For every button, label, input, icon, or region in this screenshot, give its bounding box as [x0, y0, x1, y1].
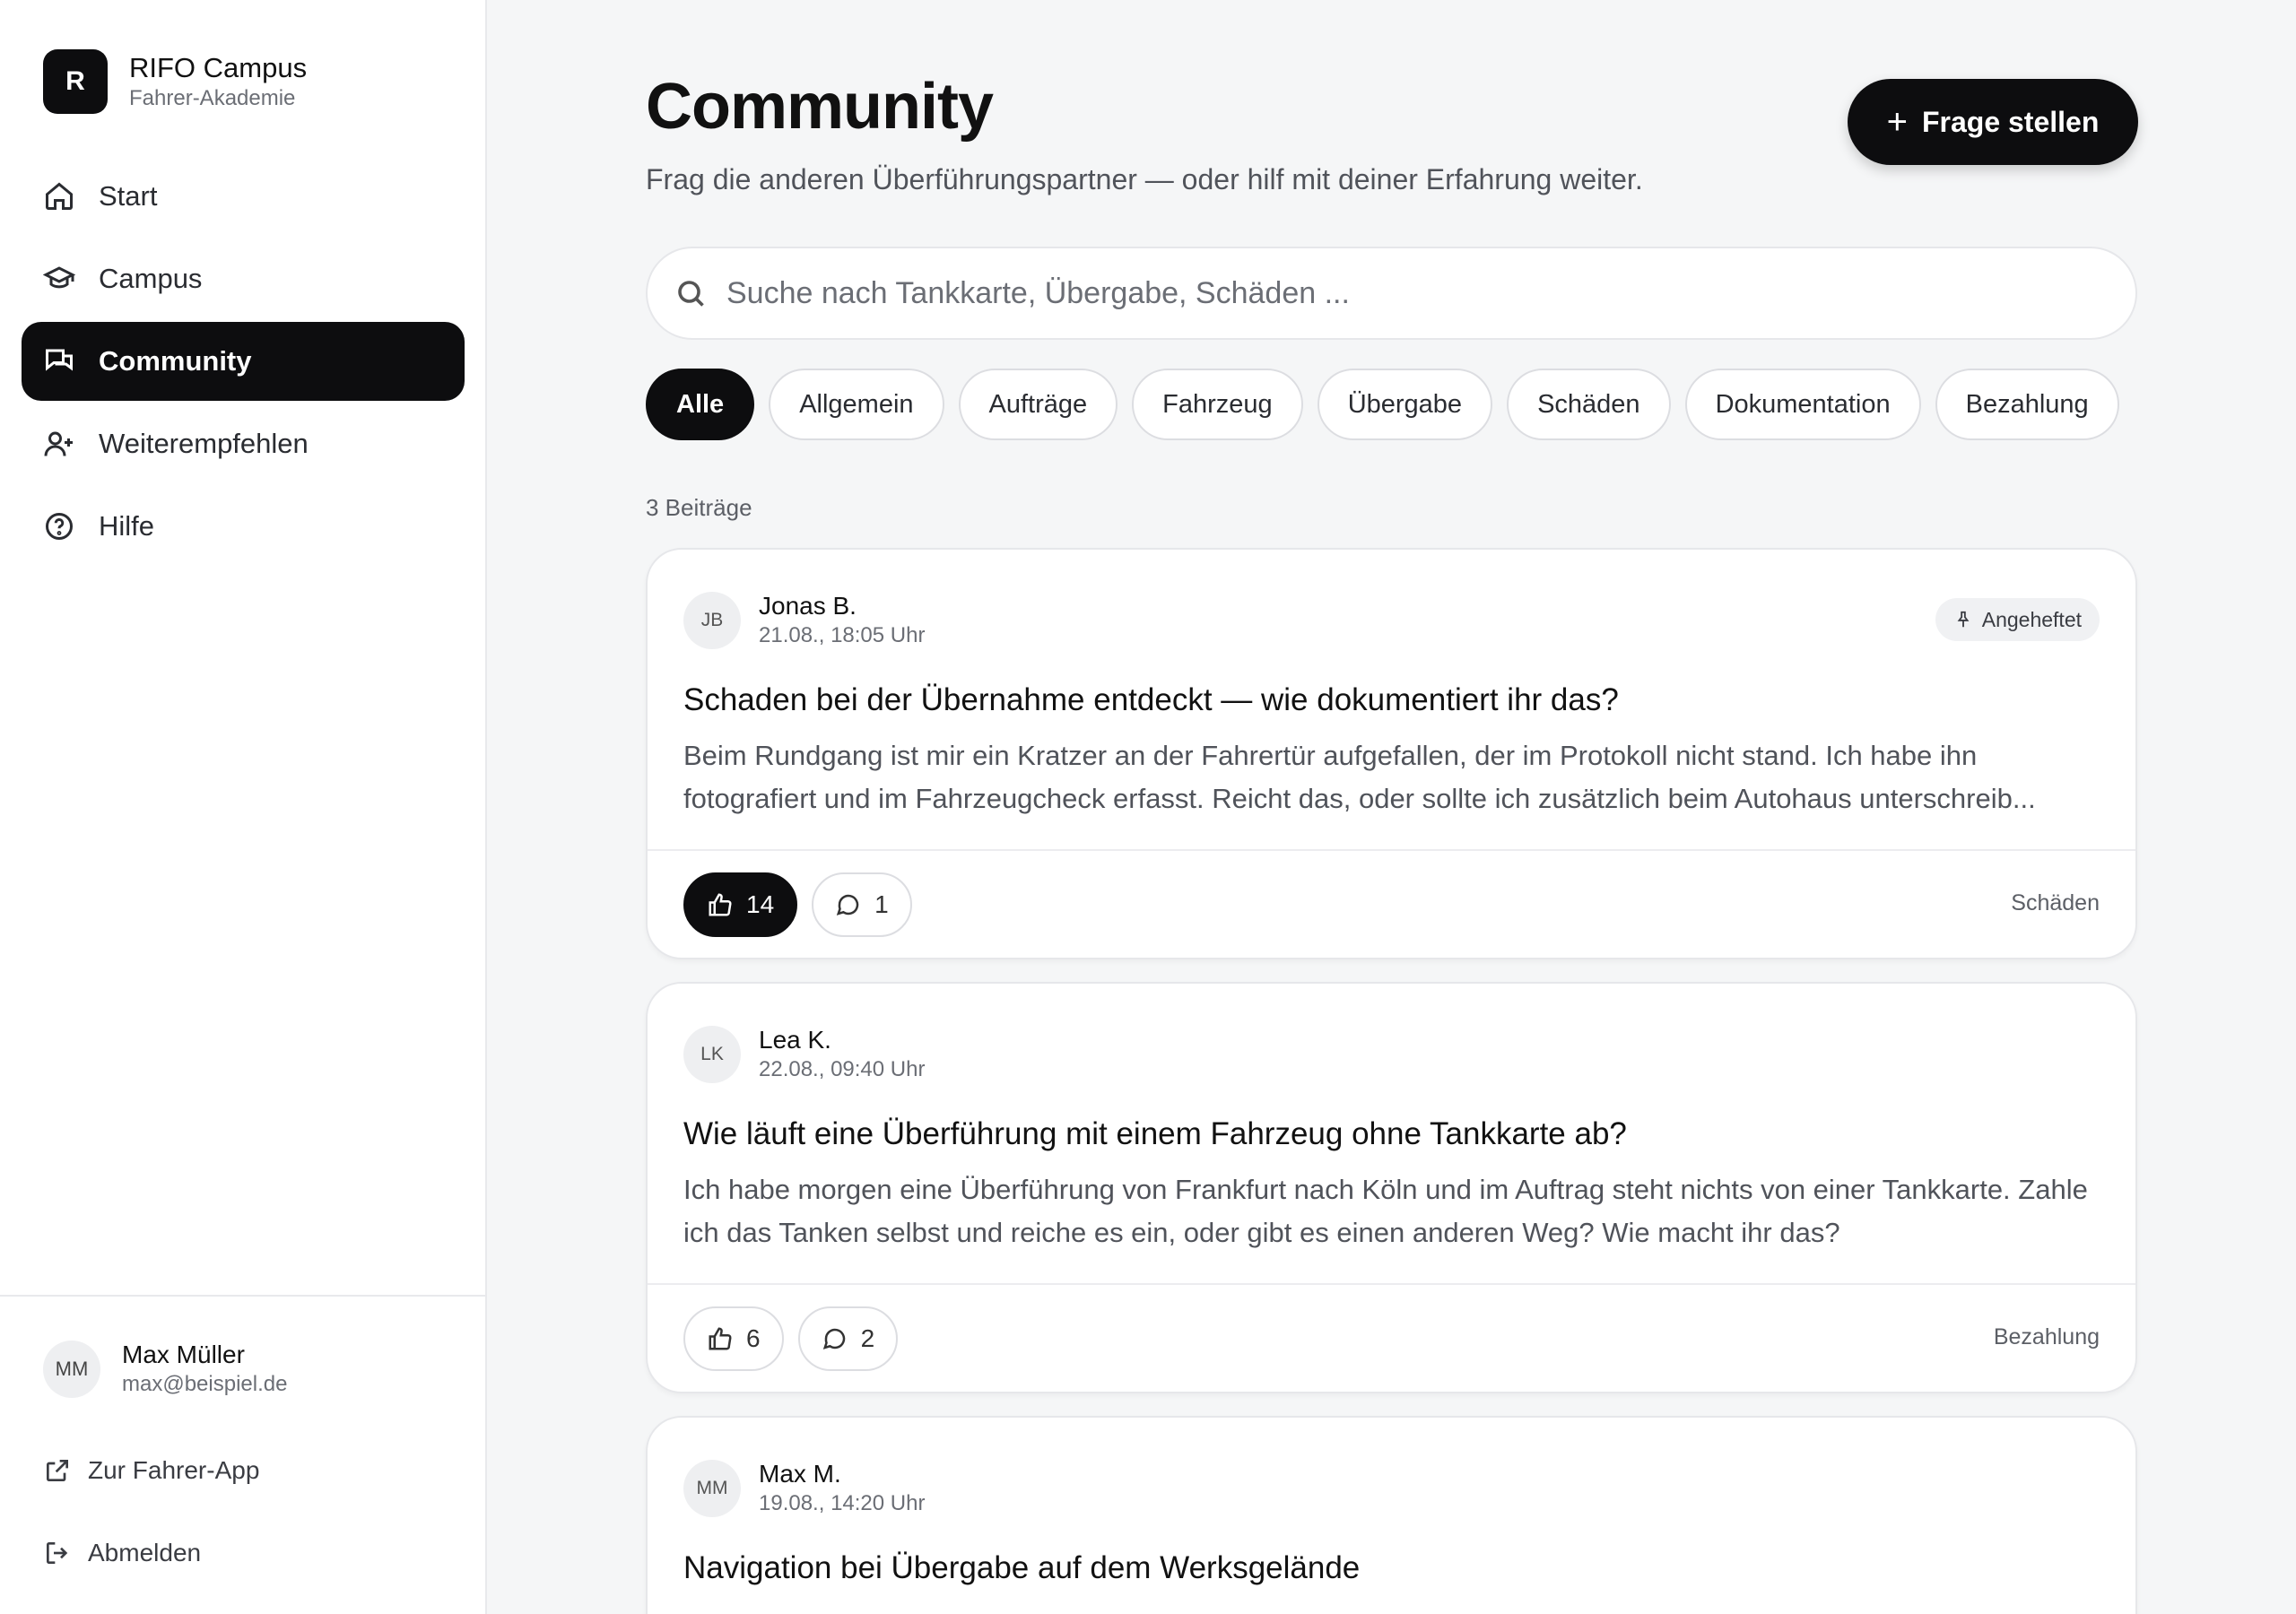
post-count: 3 Beiträge	[646, 494, 752, 521]
sidebar-divider	[0, 1295, 485, 1297]
avatar: MM	[43, 1341, 100, 1398]
thumbs-up-icon	[709, 1327, 732, 1350]
nav-item-label: Weiterempfehlen	[99, 428, 309, 459]
post-divider	[648, 849, 2135, 851]
brand-title: RIFO Campus	[129, 52, 308, 83]
filter-chip-schaeden[interactable]: Schäden	[1507, 369, 1671, 440]
post-category: Bezahlung	[1993, 1324, 2100, 1349]
filter-chip-allgemein[interactable]: Allgemein	[769, 369, 944, 440]
post-title[interactable]: Schaden bei der Übernahme entdeckt — wie…	[683, 682, 1619, 718]
external-link-icon	[47, 1460, 68, 1481]
post-title[interactable]: Navigation bei Übergabe auf dem Werksgel…	[683, 1550, 1360, 1586]
post-card[interactable]: LK Lea K. 22.08., 09:40 Uhr Wie läuft ei…	[646, 982, 2137, 1393]
chat-bubbles-icon	[46, 349, 73, 371]
brand-subtitle: Fahrer-Akademie	[129, 86, 296, 110]
ask-question-button[interactable]: + Frage stellen	[1848, 79, 2138, 165]
post-date: 22.08., 09:40 Uhr	[759, 1057, 926, 1081]
ask-question-label: Frage stellen	[1921, 105, 2100, 138]
like-count: 14	[746, 890, 775, 918]
nav-item-campus[interactable]: Campus	[22, 239, 465, 318]
driver-app-label: Zur Fahrer-App	[88, 1456, 260, 1484]
like-button[interactable]: 6	[683, 1306, 784, 1371]
page-subtitle: Frag die anderen Überführungspartner — o…	[646, 163, 1643, 195]
user-email: max@beispiel.de	[122, 1372, 288, 1396]
logout-label: Abmelden	[88, 1539, 202, 1566]
user-profile[interactable]: MM Max Müller max@beispiel.de	[43, 1340, 287, 1399]
comment-count: 2	[860, 1324, 875, 1352]
thumbs-up-icon	[709, 893, 732, 916]
post-category: Schäden	[2011, 890, 2100, 915]
nav-item-hilfe[interactable]: Hilfe	[22, 487, 465, 566]
like-count: 6	[746, 1324, 761, 1352]
post-author: Jonas B.	[759, 592, 857, 620]
search-bar	[646, 247, 2137, 340]
home-icon	[46, 182, 73, 210]
filter-chip-bezahlung[interactable]: Bezahlung	[1935, 369, 2119, 440]
user-name: Max Müller	[122, 1341, 245, 1368]
comment-count: 1	[874, 890, 889, 918]
nav-item-label: Hilfe	[99, 510, 155, 542]
sidebar: R RIFO Campus Fahrer-Akademie Start Camp…	[0, 0, 487, 1614]
comment-button[interactable]: 2	[797, 1306, 899, 1371]
help-circle-icon	[46, 513, 73, 540]
comment-icon	[822, 1328, 845, 1349]
post-excerpt: Beim Rundgang ist mir ein Kratzer an der…	[683, 740, 2036, 814]
author-avatar: MM	[683, 1460, 741, 1517]
post-card[interactable]: MM Max M. 19.08., 14:20 Uhr Navigation b…	[646, 1416, 2137, 1614]
main-nav: Start Campus Community Weiterempfehlen H…	[22, 157, 465, 569]
search-icon	[678, 281, 704, 307]
pinned-badge: Angeheftet	[1935, 598, 2100, 641]
logout-link[interactable]: Abmelden	[43, 1539, 201, 1567]
post-date: 19.08., 14:20 Uhr	[759, 1491, 926, 1515]
filter-chips: Alle Allgemein Aufträge Fahrzeug Übergab…	[646, 369, 2134, 440]
post-author: Lea K.	[759, 1026, 831, 1054]
filter-chip-fahrzeug[interactable]: Fahrzeug	[1132, 369, 1303, 440]
comment-icon	[836, 894, 859, 915]
filter-chip-dokumentation[interactable]: Dokumentation	[1684, 369, 1921, 440]
post-divider	[648, 1283, 2135, 1285]
brand-logo: R	[43, 49, 108, 114]
filter-chip-alle[interactable]: Alle	[646, 369, 755, 440]
comment-button[interactable]: 1	[812, 872, 912, 937]
nav-item-weiterempfehlen[interactable]: Weiterempfehlen	[22, 404, 465, 483]
post-title[interactable]: Wie läuft eine Überführung mit einem Fah…	[683, 1116, 1627, 1152]
search-input[interactable]	[726, 275, 2072, 311]
brand[interactable]: R RIFO Campus Fahrer-Akademie	[43, 49, 307, 114]
nav-item-start[interactable]: Start	[22, 157, 465, 236]
filter-chip-uebergabe[interactable]: Übergabe	[1317, 369, 1493, 440]
filter-chip-auftraege[interactable]: Aufträge	[958, 369, 1118, 440]
plus-icon: +	[1886, 101, 1908, 142]
post-card[interactable]: JB Jonas B. 21.08., 18:05 Uhr Angeheftet…	[646, 548, 2137, 959]
author-avatar: JB	[683, 592, 741, 649]
nav-item-label: Start	[99, 180, 158, 212]
logout-icon	[47, 1542, 68, 1564]
page-title: Community	[646, 71, 994, 143]
post-excerpt: Ich habe morgen eine Überführung von Fra…	[683, 1174, 2088, 1248]
graduation-cap-icon	[43, 266, 75, 289]
post-author: Max M.	[759, 1460, 841, 1488]
pin-icon	[1957, 611, 1970, 628]
like-button[interactable]: 14	[683, 872, 798, 937]
nav-item-label: Community	[99, 345, 252, 377]
user-plus-icon	[44, 431, 73, 456]
pinned-label: Angeheftet	[1981, 607, 2082, 631]
author-avatar: LK	[683, 1026, 741, 1083]
nav-item-label: Campus	[99, 263, 203, 294]
nav-item-community[interactable]: Community	[22, 322, 465, 401]
driver-app-link[interactable]: Zur Fahrer-App	[43, 1456, 259, 1485]
post-date: 21.08., 18:05 Uhr	[759, 623, 926, 647]
